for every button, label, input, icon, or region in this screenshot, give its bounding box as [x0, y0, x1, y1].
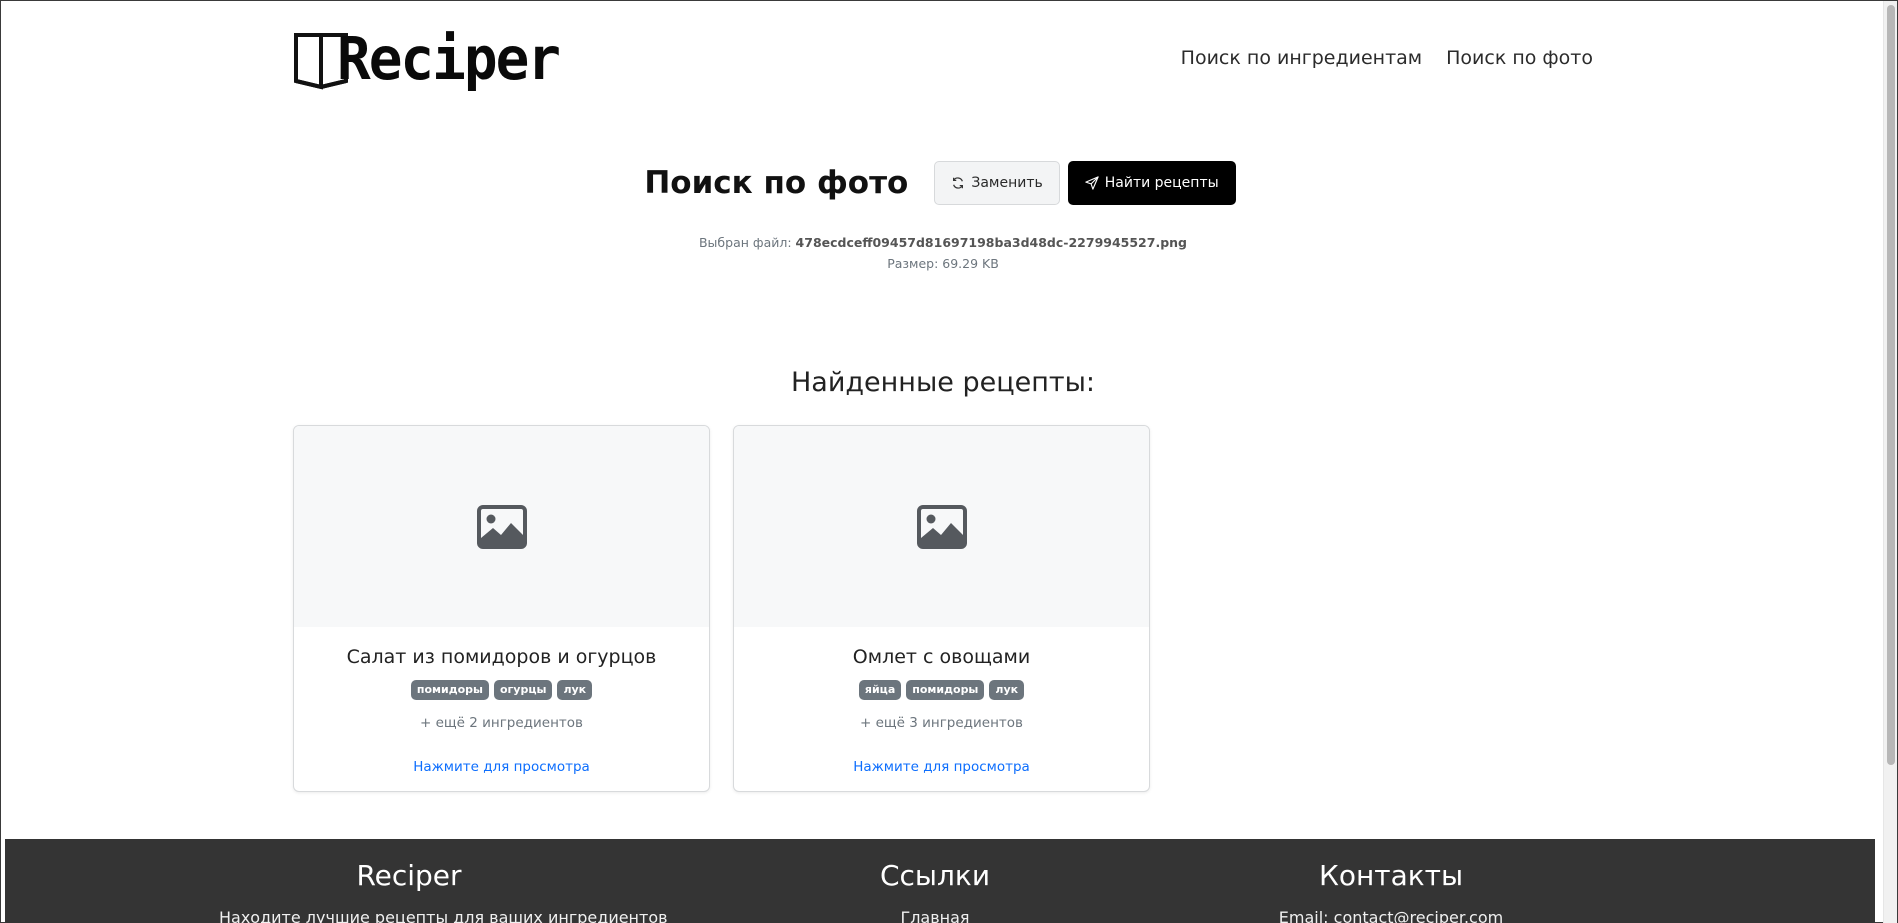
- footer-contacts: Контакты Email: contact@reciper.com: [1201, 859, 1581, 923]
- nav-ingredients-search[interactable]: Поиск по ингредиентам: [1181, 47, 1422, 69]
- photo-search-toolbar: Поиск по фото Заменить Найти рецепты: [1, 161, 1885, 205]
- recipe-card[interactable]: Салат из помидоров и огурцов помидоры ог…: [293, 425, 710, 792]
- ingredient-badge: помидоры: [906, 680, 985, 700]
- footer-links-title: Ссылки: [879, 859, 991, 892]
- main-nav: Поиск по ингредиентам Поиск по фото: [1181, 47, 1593, 69]
- footer-links: Ссылки Главная: [785, 859, 1085, 923]
- recipe-title: Омлет с овощами: [852, 646, 1031, 668]
- ingredient-tags: яйца помидоры лук: [734, 680, 1149, 700]
- send-icon: [1085, 176, 1099, 190]
- footer-brand-text: Находите лучшие рецепты для ваших ингред…: [219, 908, 668, 923]
- file-name-line: Выбран файл: 478ecdceff09457d81697198ba3…: [1, 232, 1885, 253]
- find-recipes-button-label: Найти рецепты: [1104, 175, 1219, 191]
- file-name: 478ecdceff09457d81697198ba3d48dc-2279945…: [795, 235, 1187, 250]
- find-recipes-button[interactable]: Найти рецепты: [1067, 161, 1236, 205]
- ingredient-tags: помидоры огурцы лук: [294, 680, 709, 700]
- view-recipe-link[interactable]: Нажмите для просмотра: [734, 759, 1149, 775]
- ingredient-badge: огурцы: [493, 680, 553, 700]
- image-icon: [916, 504, 967, 549]
- footer-contacts-title: Контакты: [1318, 859, 1464, 892]
- footer-contact-email[interactable]: Email: contact@reciper.com: [1201, 908, 1581, 923]
- ingredient-badge: лук: [989, 680, 1025, 700]
- replace-button-label: Заменить: [971, 175, 1043, 191]
- recipe-title: Салат из помидоров и огурцов: [346, 646, 657, 668]
- footer-brand-title: Reciper: [356, 859, 462, 892]
- file-size: Размер: 69.29 KB: [887, 256, 999, 271]
- image-icon: [476, 504, 527, 549]
- logo[interactable]: Reciper: [293, 25, 561, 94]
- file-info: Выбран файл: 478ecdceff09457d81697198ba3…: [1, 232, 1885, 274]
- footer-link-home[interactable]: Главная: [785, 908, 1085, 923]
- footer: Reciper Находите лучшие рецепты для ваши…: [5, 839, 1875, 923]
- results-title: Найденные рецепты:: [790, 367, 1096, 398]
- scrollbar-thumb[interactable]: [1887, 5, 1895, 765]
- page-title: Поиск по фото: [644, 165, 909, 201]
- header: Reciper Поиск по ингредиентам Поиск по ф…: [293, 27, 1593, 93]
- ingredient-badge: яйца: [858, 680, 902, 700]
- logo-text: Reciper: [337, 25, 561, 94]
- view-recipe-link[interactable]: Нажмите для просмотра: [294, 759, 709, 775]
- nav-photo-search[interactable]: Поиск по фото: [1446, 47, 1593, 69]
- ingredient-badge: лук: [557, 680, 593, 700]
- refresh-icon: [953, 177, 964, 189]
- scrollbar[interactable]: [1883, 1, 1897, 923]
- more-ingredients: + ещё 3 ингредиентов: [860, 715, 1023, 731]
- file-prefix: Выбран файл:: [698, 235, 792, 250]
- recipe-card[interactable]: Омлет с овощами яйца помидоры лук + ещё …: [733, 425, 1150, 792]
- recipe-image-placeholder: [734, 426, 1149, 627]
- more-ingredients: + ещё 2 ингредиентов: [420, 715, 583, 731]
- footer-brand: Reciper Находите лучшие рецепты для ваши…: [219, 859, 668, 923]
- recipe-image-placeholder: [294, 426, 709, 627]
- replace-button[interactable]: Заменить: [934, 161, 1060, 205]
- ingredient-badge: помидоры: [410, 680, 489, 700]
